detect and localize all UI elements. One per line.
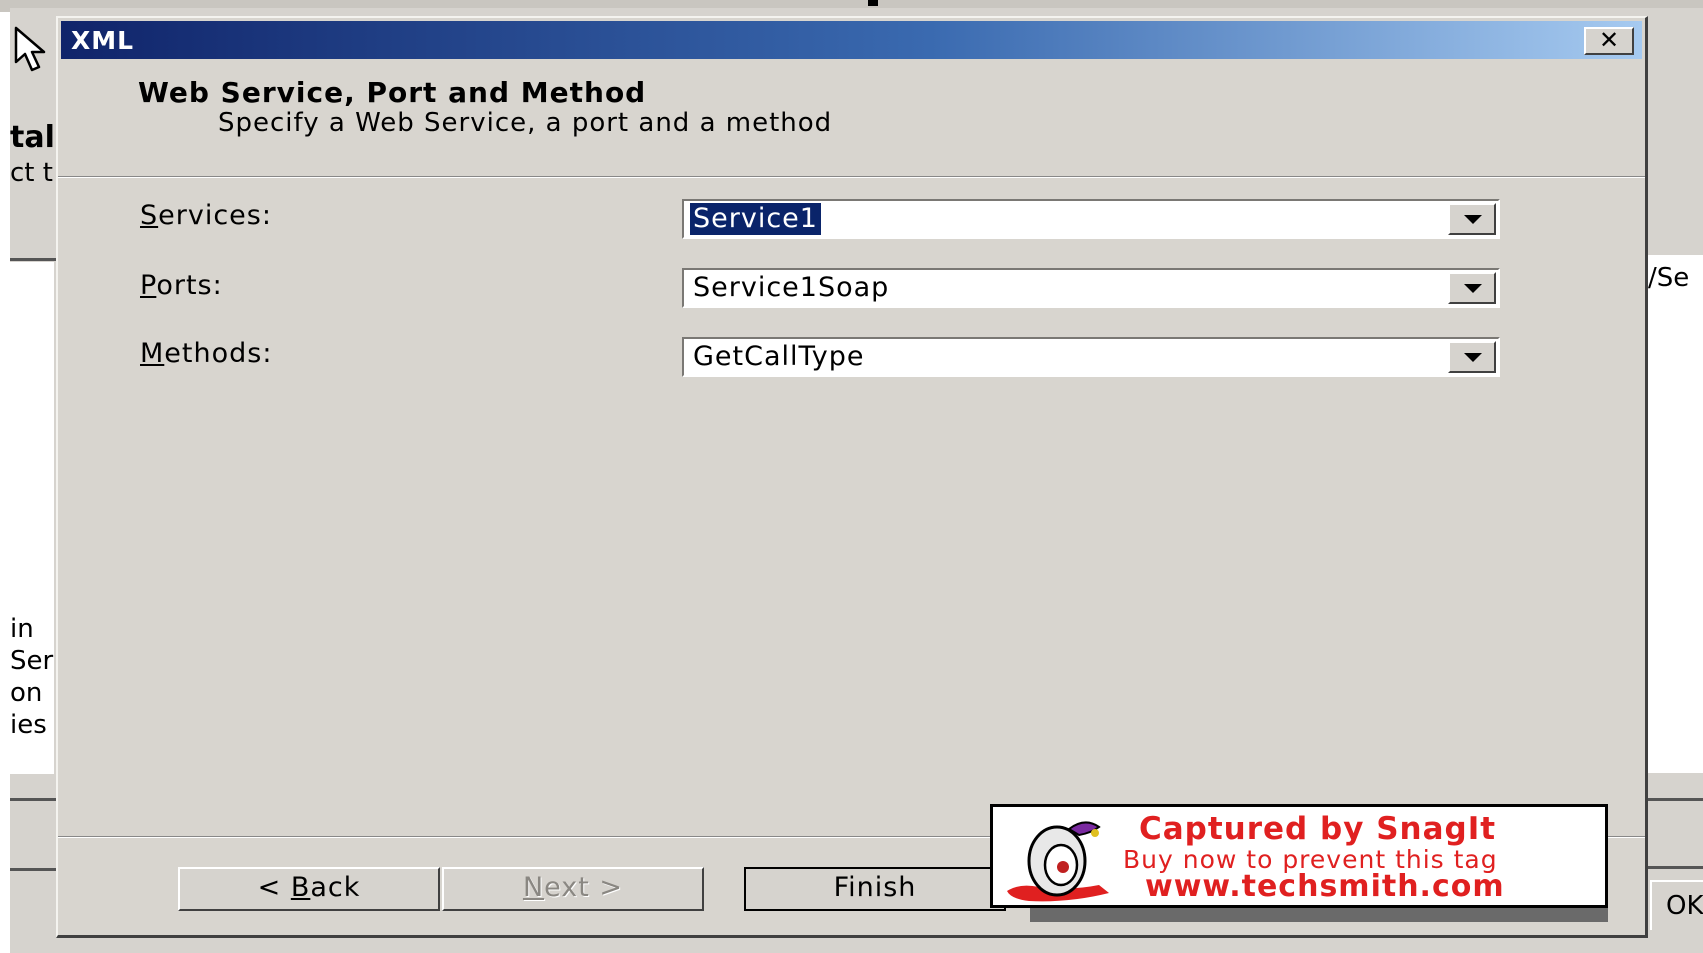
services-label: Services: <box>140 200 272 231</box>
background-right-panel: /Se <box>1648 255 1703 773</box>
background-divider <box>10 798 56 801</box>
close-icon: ✕ <box>1598 26 1620 54</box>
ports-dropdown[interactable]: Service1Soap <box>682 268 1500 308</box>
background-left-panel: in Ser on ies <box>10 262 54 774</box>
background-divider <box>1648 866 1703 869</box>
page-subtitle: Specify a Web Service, a port and a meth… <box>218 108 833 138</box>
title-bar[interactable]: XML ✕ <box>61 21 1642 59</box>
snagit-line-3: www.techsmith.com <box>1145 869 1505 904</box>
services-value: Service1 <box>689 202 822 236</box>
next-button[interactable]: Next > <box>442 867 704 911</box>
background-heading-fragment: tal <box>10 120 55 155</box>
background-divider <box>10 868 56 871</box>
services-dropdown[interactable]: Service1 <box>682 199 1500 239</box>
background-divider <box>1648 798 1703 801</box>
background-text-fragment: on <box>10 678 43 708</box>
header-separator <box>58 176 1645 178</box>
methods-label: Methods: <box>140 338 273 369</box>
mouse-pointer-icon <box>14 26 46 72</box>
dialog-title: XML <box>71 26 135 55</box>
snagit-line-1: Captured by SnagIt <box>1139 811 1497 847</box>
background-text-fragment: ies <box>10 710 47 740</box>
ports-value: Service1Soap <box>693 272 890 303</box>
background-text-fragment: Ser <box>10 646 54 676</box>
methods-dropdown-arrow-icon[interactable] <box>1448 341 1496 373</box>
wizard-dialog: XML ✕ Web Service, Port and Method Speci… <box>56 16 1648 938</box>
background-marker <box>868 0 878 6</box>
methods-value: GetCallType <box>693 341 865 372</box>
background-ok-button[interactable]: OK <box>1650 880 1703 930</box>
methods-dropdown[interactable]: GetCallType <box>682 337 1500 377</box>
background-text-fragment: /Se <box>1648 263 1690 293</box>
services-dropdown-arrow-icon[interactable] <box>1448 203 1496 235</box>
ports-label: Ports: <box>140 270 223 301</box>
ports-dropdown-arrow-icon[interactable] <box>1448 272 1496 304</box>
snagit-watermark: Captured by SnagIt Buy now to prevent th… <box>990 804 1608 908</box>
snagit-logo-icon <box>1007 821 1109 902</box>
page-title: Web Service, Port and Method <box>138 76 647 109</box>
background-divider <box>10 258 56 261</box>
finish-button[interactable]: Finish <box>744 867 1006 911</box>
background-text-fragment: in <box>10 614 34 644</box>
background-subheading-fragment: ct t <box>10 158 53 188</box>
close-button[interactable]: ✕ <box>1584 27 1634 55</box>
back-button[interactable]: < Back <box>178 867 440 911</box>
